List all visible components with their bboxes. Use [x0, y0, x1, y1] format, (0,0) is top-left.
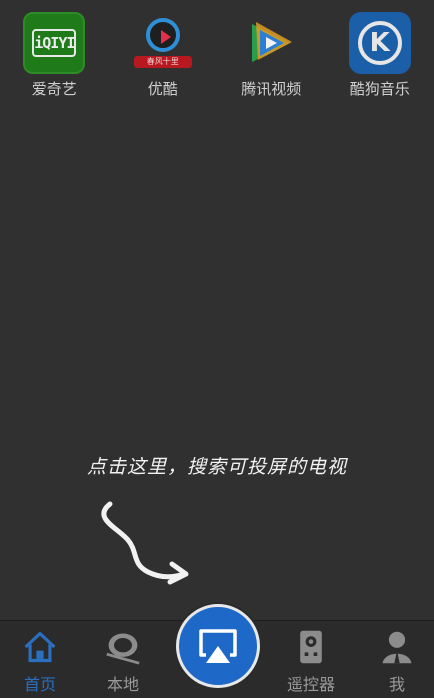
tab-home-label: 首页 — [23, 675, 56, 694]
remote-icon — [300, 630, 322, 664]
app-kugou[interactable]: K 酷狗音乐 — [335, 12, 425, 102]
home-icon — [24, 631, 56, 663]
tab-me-label: 我 — [388, 675, 405, 694]
curved-arrow-icon — [101, 501, 189, 585]
youku-banner: 春风十里 — [133, 56, 192, 68]
tencent-video-icon — [240, 12, 302, 74]
app-label-tencent-video: 腾讯视频 — [241, 80, 302, 98]
app-tencent-video[interactable]: 腾讯视频 — [226, 12, 316, 102]
kugou-icon: K — [348, 12, 411, 74]
app-label-kugou: 酷狗音乐 — [349, 80, 410, 98]
app-label-youku: 优酷 — [147, 80, 178, 98]
tab-remote[interactable]: 遥控器 — [276, 629, 346, 695]
app-grid: iQIYI 爱奇艺 春风十里 优酷 腾讯视频 K 酷狗音乐 — [0, 12, 434, 102]
cast-hint-text: 点击这里，搜索可投屏的电视 — [86, 456, 347, 478]
app-iqiyi[interactable]: iQIYI 爱奇艺 — [9, 12, 99, 102]
app-label-iqiyi: 爱奇艺 — [31, 80, 77, 98]
app-youku[interactable]: 春风十里 优酷 — [118, 12, 208, 102]
iqiyi-icon: iQIYI — [23, 12, 86, 74]
cast-button[interactable] — [176, 604, 260, 688]
kugou-logo-text: K — [357, 21, 402, 65]
tab-remote-label: 遥控器 — [286, 675, 335, 694]
youku-icon: 春风十里 — [132, 12, 194, 74]
tab-me[interactable]: 我 — [362, 629, 432, 695]
tab-local-label: 本地 — [106, 675, 139, 694]
tab-local[interactable]: 本地 — [88, 629, 158, 695]
film-reel-icon — [106, 633, 140, 665]
tab-home[interactable]: 首页 — [5, 629, 75, 695]
iqiyi-logo-text: iQIYI — [32, 29, 77, 57]
airplay-icon — [199, 629, 237, 663]
user-icon — [382, 631, 412, 664]
